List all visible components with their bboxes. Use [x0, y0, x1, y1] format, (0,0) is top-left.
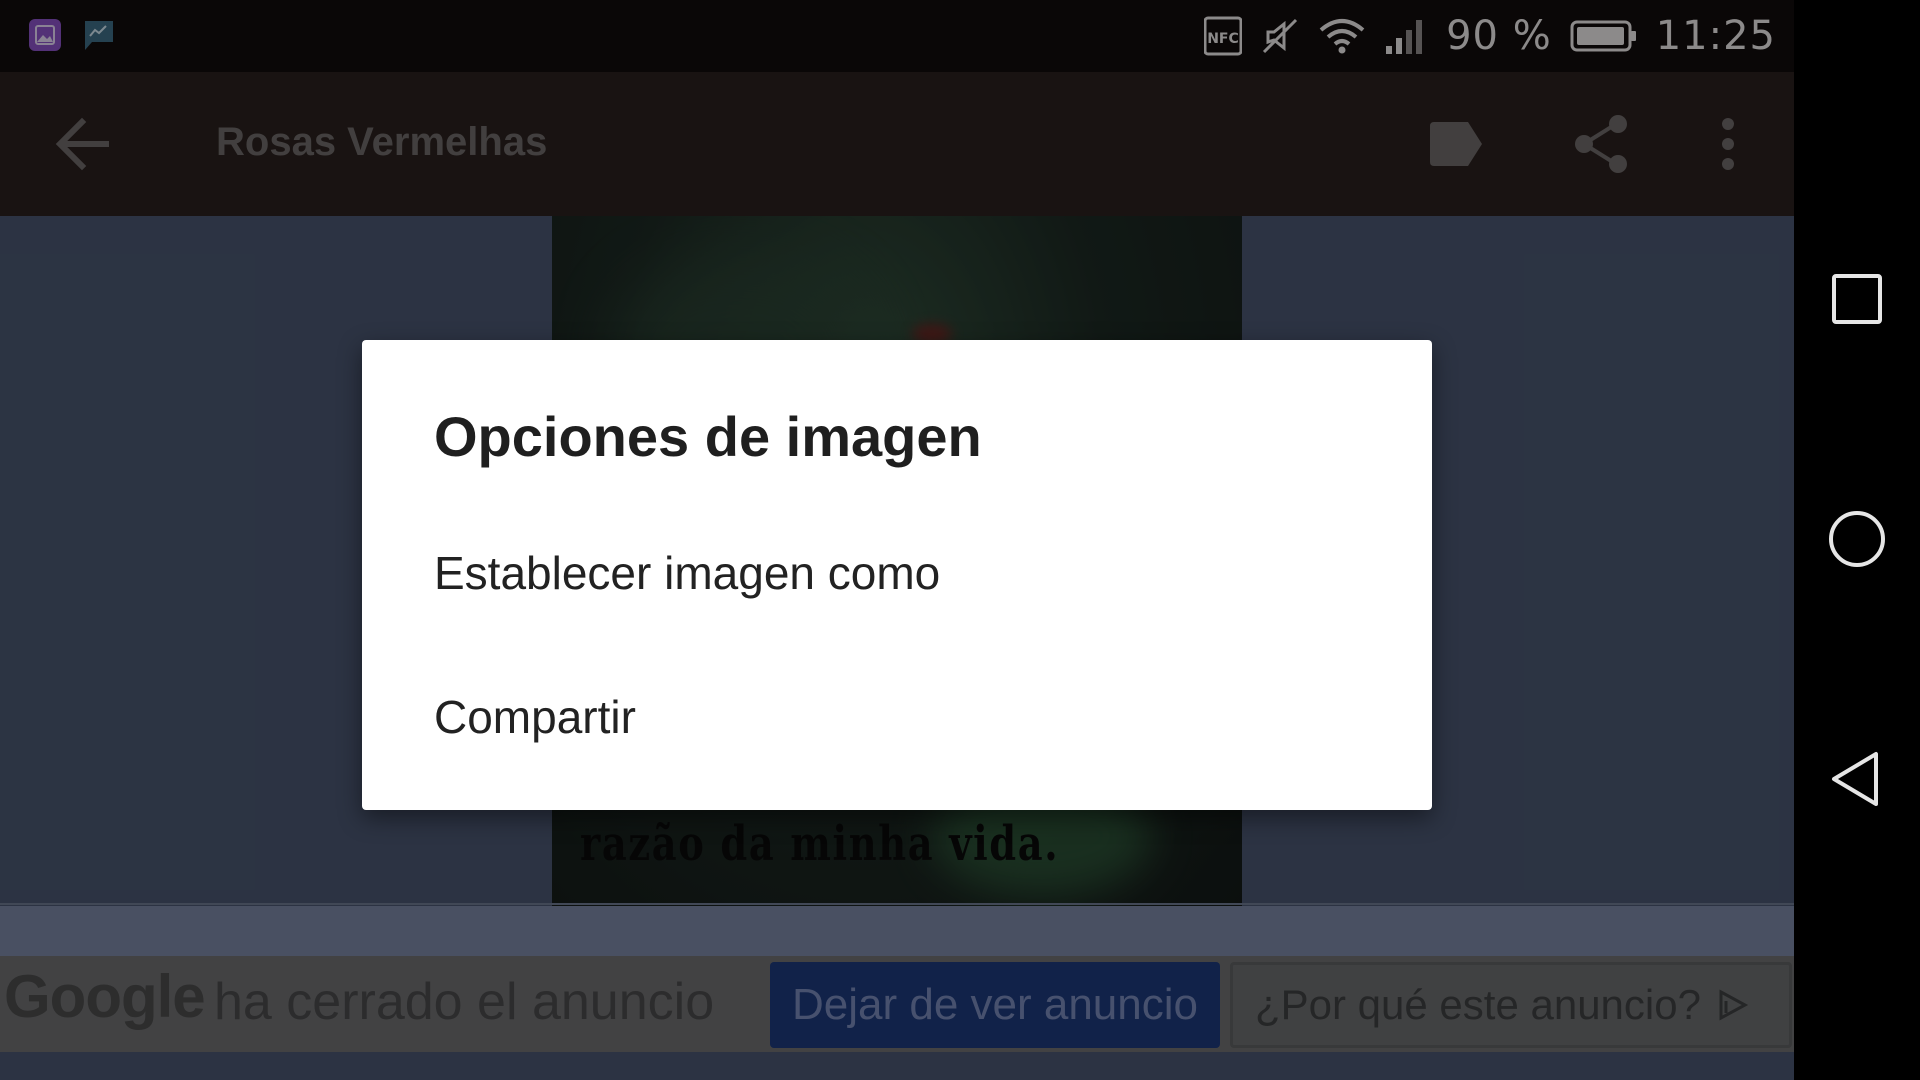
home-icon[interactable]: [1826, 508, 1888, 570]
image-options-dialog: Opciones de imagen Establecer imagen com…: [362, 340, 1432, 810]
back-nav-icon[interactable]: [1826, 748, 1888, 810]
app-screen: NFC 90 % 11:25 Rosas Vermelhas razão da …: [0, 0, 1794, 1080]
dialog-title: Opciones de imagen: [434, 405, 982, 468]
share-option[interactable]: Compartir: [434, 690, 636, 744]
set-image-as-option[interactable]: Establecer imagen como: [434, 546, 940, 600]
recents-icon[interactable]: [1826, 268, 1888, 330]
navigation-bar: [1794, 0, 1920, 1080]
